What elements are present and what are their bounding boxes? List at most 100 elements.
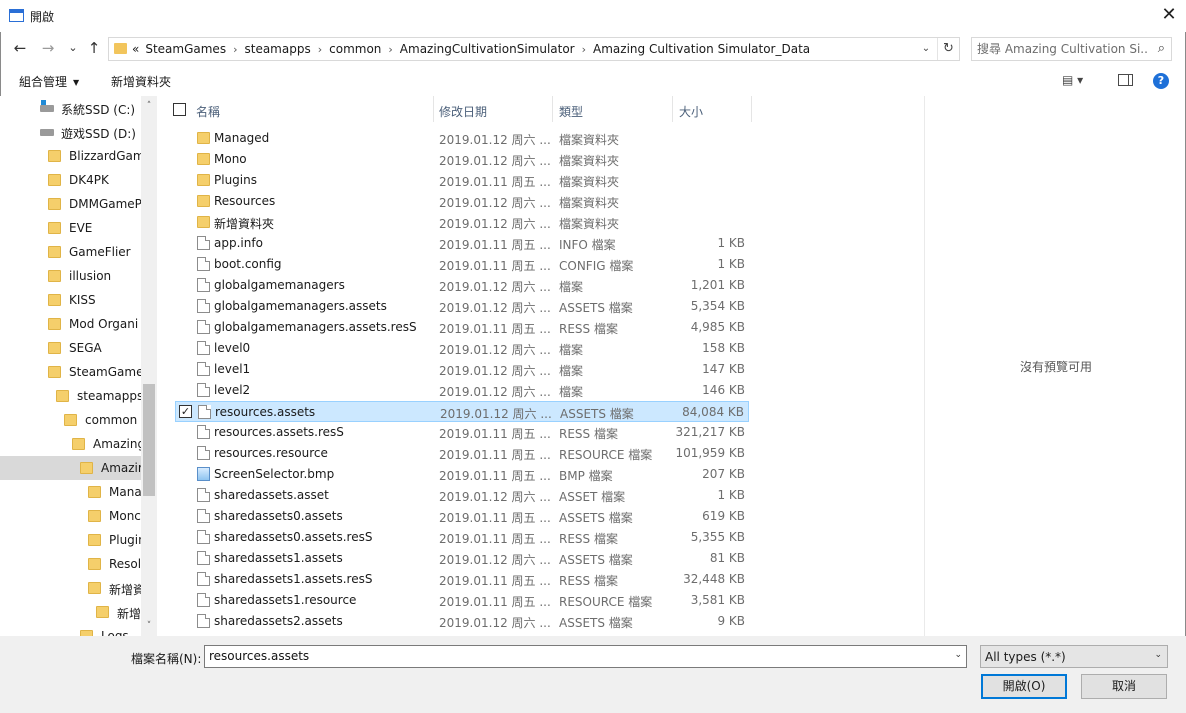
tree-item-label: Mod Organi <box>69 317 139 331</box>
file-row[interactable]: Mono 2019.01.12 周六 ... 檔案資料夾 <box>175 149 749 170</box>
tree-item[interactable]: common <box>0 408 141 432</box>
tree-item[interactable]: illusion <box>0 264 141 288</box>
filetype-select[interactable]: All types (*.*) ⌄ <box>980 645 1168 668</box>
file-row[interactable]: sharedassets2.assets 2019.01.12 周六 ... ASS… <box>175 611 749 632</box>
cancel-button[interactable]: 取消 <box>1081 674 1167 699</box>
tree-item[interactable]: 遊戏SSD (D:) <box>0 120 141 144</box>
file-row[interactable]: level0 2019.01.12 周六 ... 檔案 158 KB <box>175 338 749 359</box>
tree-item[interactable]: Mana <box>0 480 141 504</box>
file-row[interactable]: Managed 2019.01.12 周六 ... 檔案資料夾 <box>175 128 749 149</box>
preview-pane-icon[interactable] <box>1118 74 1133 86</box>
tree-item[interactable]: Resol <box>0 552 141 576</box>
file-row[interactable]: level1 2019.01.12 周六 ... 檔案 147 KB <box>175 359 749 380</box>
file-row[interactable]: Resources 2019.01.12 周六 ... 檔案資料夾 <box>175 191 749 212</box>
breadcrumb-separator-icon[interactable]: › <box>318 43 322 56</box>
open-button[interactable]: 開啟(O) <box>981 674 1067 699</box>
tree-item[interactable]: DMMGameP <box>0 192 141 216</box>
file-row[interactable]: sharedassets.asset 2019.01.12 周六 ... ASSET… <box>175 485 749 506</box>
breadcrumb-separator-icon[interactable]: › <box>388 43 392 56</box>
chevron-down-icon[interactable]: ⌄ <box>954 650 962 660</box>
forward-button[interactable]: → <box>38 37 58 59</box>
file-name: boot.config <box>214 257 282 271</box>
tree-item-label: EVE <box>69 221 93 235</box>
file-date: 2019.01.12 周六 ... <box>439 133 551 147</box>
file-row[interactable]: globalgamemanagers 2019.01.12 周六 ... 檔案 1,2… <box>175 275 749 296</box>
select-all-checkbox[interactable] <box>173 103 186 116</box>
address-bar[interactable]: « SteamGames › steamapps › common › AmazingCult… <box>108 37 960 61</box>
column-date[interactable]: 修改日期 <box>439 103 487 120</box>
file-row[interactable]: ✓ resources.assets 2019.01.12 周六 ... ASSETS… <box>175 401 749 422</box>
up-button[interactable]: ↑ <box>84 37 104 59</box>
navigation-pane-scrollbar[interactable]: ˄ ˅ <box>141 96 157 636</box>
tree-item[interactable]: Plugin <box>0 528 141 552</box>
file-row[interactable]: resources.assets.resS 2019.01.11 周五 ... RE… <box>175 422 749 443</box>
navigation-pane[interactable]: 系統SSD (C:) 遊戏SSD (D:) BlizzardGam DK4PK DMMG… <box>0 96 157 636</box>
search-input[interactable] <box>977 41 1147 57</box>
filename-combobox[interactable]: ⌄ <box>204 645 967 668</box>
tree-item[interactable]: Mod Organi <box>0 312 141 336</box>
file-row[interactable]: level2 2019.01.12 周六 ... 檔案 146 KB <box>175 380 749 401</box>
tree-item[interactable]: EVE <box>0 216 141 240</box>
file-row[interactable]: app.info 2019.01.11 周五 ... INFO 檔案 1 KB <box>175 233 749 254</box>
tree-item[interactable]: 新增資 <box>0 576 141 600</box>
scrollbar-thumb[interactable] <box>143 384 155 496</box>
breadcrumb-item[interactable]: Amazing Cultivation Simulator_Data <box>593 42 810 56</box>
file-row[interactable]: sharedassets0.assets.resS 2019.01.11 周五 .… <box>175 527 749 548</box>
folder-icon <box>48 246 61 258</box>
tree-item[interactable]: GameFlier <box>0 240 141 264</box>
breadcrumb-separator-icon[interactable]: › <box>582 43 586 56</box>
search-box[interactable]: ⌕ <box>971 37 1172 61</box>
recent-locations-button[interactable]: ⌄ <box>63 37 83 59</box>
breadcrumb-item[interactable]: steamapps <box>244 42 310 56</box>
breadcrumb-item[interactable]: AmazingCultivationSimulator <box>400 42 575 56</box>
tree-item[interactable]: Amazing <box>0 432 141 456</box>
file-row[interactable]: sharedassets1.resource 2019.01.11 周五 ... R… <box>175 590 749 611</box>
tree-item[interactable]: SEGA <box>0 336 141 360</box>
file-row[interactable]: resources.resource 2019.01.11 周五 ... RESOU… <box>175 443 749 464</box>
help-icon[interactable]: ? <box>1153 73 1169 89</box>
tree-item[interactable]: Monc <box>0 504 141 528</box>
tree-item[interactable]: Amazir <box>0 456 141 480</box>
file-row[interactable]: sharedassets1.assets.resS 2019.01.11 周五 .… <box>175 569 749 590</box>
tree-item[interactable]: DK4PK <box>0 168 141 192</box>
file-type: RESS 檔案 <box>559 532 618 546</box>
tree-item[interactable]: BlizzardGam <box>0 144 141 168</box>
tree-item[interactable]: 新增 <box>0 600 141 624</box>
file-row[interactable]: sharedassets0.assets 2019.01.11 周五 ... ASS… <box>175 506 749 527</box>
tree-item[interactable]: steamapps <box>0 384 141 408</box>
row-checkbox[interactable]: ✓ <box>179 405 192 418</box>
file-row[interactable]: globalgamemanagers.assets.resS 2019.01.11… <box>175 317 749 338</box>
breadcrumb-item[interactable]: SteamGames <box>145 42 226 56</box>
file-row[interactable]: sharedassets1.assets 2019.01.12 周六 ... ASS… <box>175 548 749 569</box>
refresh-icon[interactable]: ↻ <box>937 38 959 60</box>
breadcrumb-overflow[interactable]: « <box>132 42 139 56</box>
file-row[interactable]: ScreenSelector.bmp 2019.01.11 周五 ... BMP 檔… <box>175 464 749 485</box>
file-list[interactable]: ˄ 名稱 修改日期 類型 大小 Managed 2019.01.12 周六 ...… <box>160 96 924 636</box>
filename-input[interactable] <box>209 649 939 663</box>
tree-item[interactable]: KISS <box>0 288 141 312</box>
file-icon <box>197 488 210 502</box>
column-type[interactable]: 類型 <box>559 103 583 120</box>
column-size[interactable]: 大小 <box>679 103 703 120</box>
breadcrumb-item[interactable]: common <box>329 42 381 56</box>
file-row[interactable]: 新增資料夾 2019.01.12 周六 ... 檔案資料夾 <box>175 212 749 233</box>
address-dropdown-button[interactable]: ⌄ <box>919 38 933 60</box>
breadcrumb-separator-icon[interactable]: › <box>233 43 237 56</box>
file-row[interactable]: boot.config 2019.01.11 周五 ... CONFIG 檔案 1 K… <box>175 254 749 275</box>
file-size: 101,959 KB <box>675 446 745 460</box>
tree-item[interactable]: 系統SSD (C:) <box>0 96 141 120</box>
column-name[interactable]: 名稱 <box>196 103 220 120</box>
view-options-icon[interactable]: ▤ ▾ <box>1062 73 1083 87</box>
file-date: 2019.01.12 周六 ... <box>439 301 551 315</box>
tree-item[interactable]: Logs <box>0 624 141 636</box>
scroll-down-icon[interactable]: ˅ <box>141 618 157 634</box>
close-icon[interactable]: ✕ <box>1152 0 1186 30</box>
new-folder-button[interactable]: 新增資料夾 <box>111 73 171 90</box>
file-row[interactable]: Plugins 2019.01.11 周五 ... 檔案資料夾 <box>175 170 749 191</box>
organize-menu[interactable]: 組合管理 ▼ <box>19 73 79 90</box>
search-icon[interactable]: ⌕ <box>1158 41 1165 56</box>
tree-item[interactable]: SteamGame <box>0 360 141 384</box>
file-row[interactable]: globalgamemanagers.assets 2019.01.12 周六 .… <box>175 296 749 317</box>
back-button[interactable]: ← <box>10 37 30 59</box>
scroll-up-icon[interactable]: ˄ <box>141 98 157 114</box>
